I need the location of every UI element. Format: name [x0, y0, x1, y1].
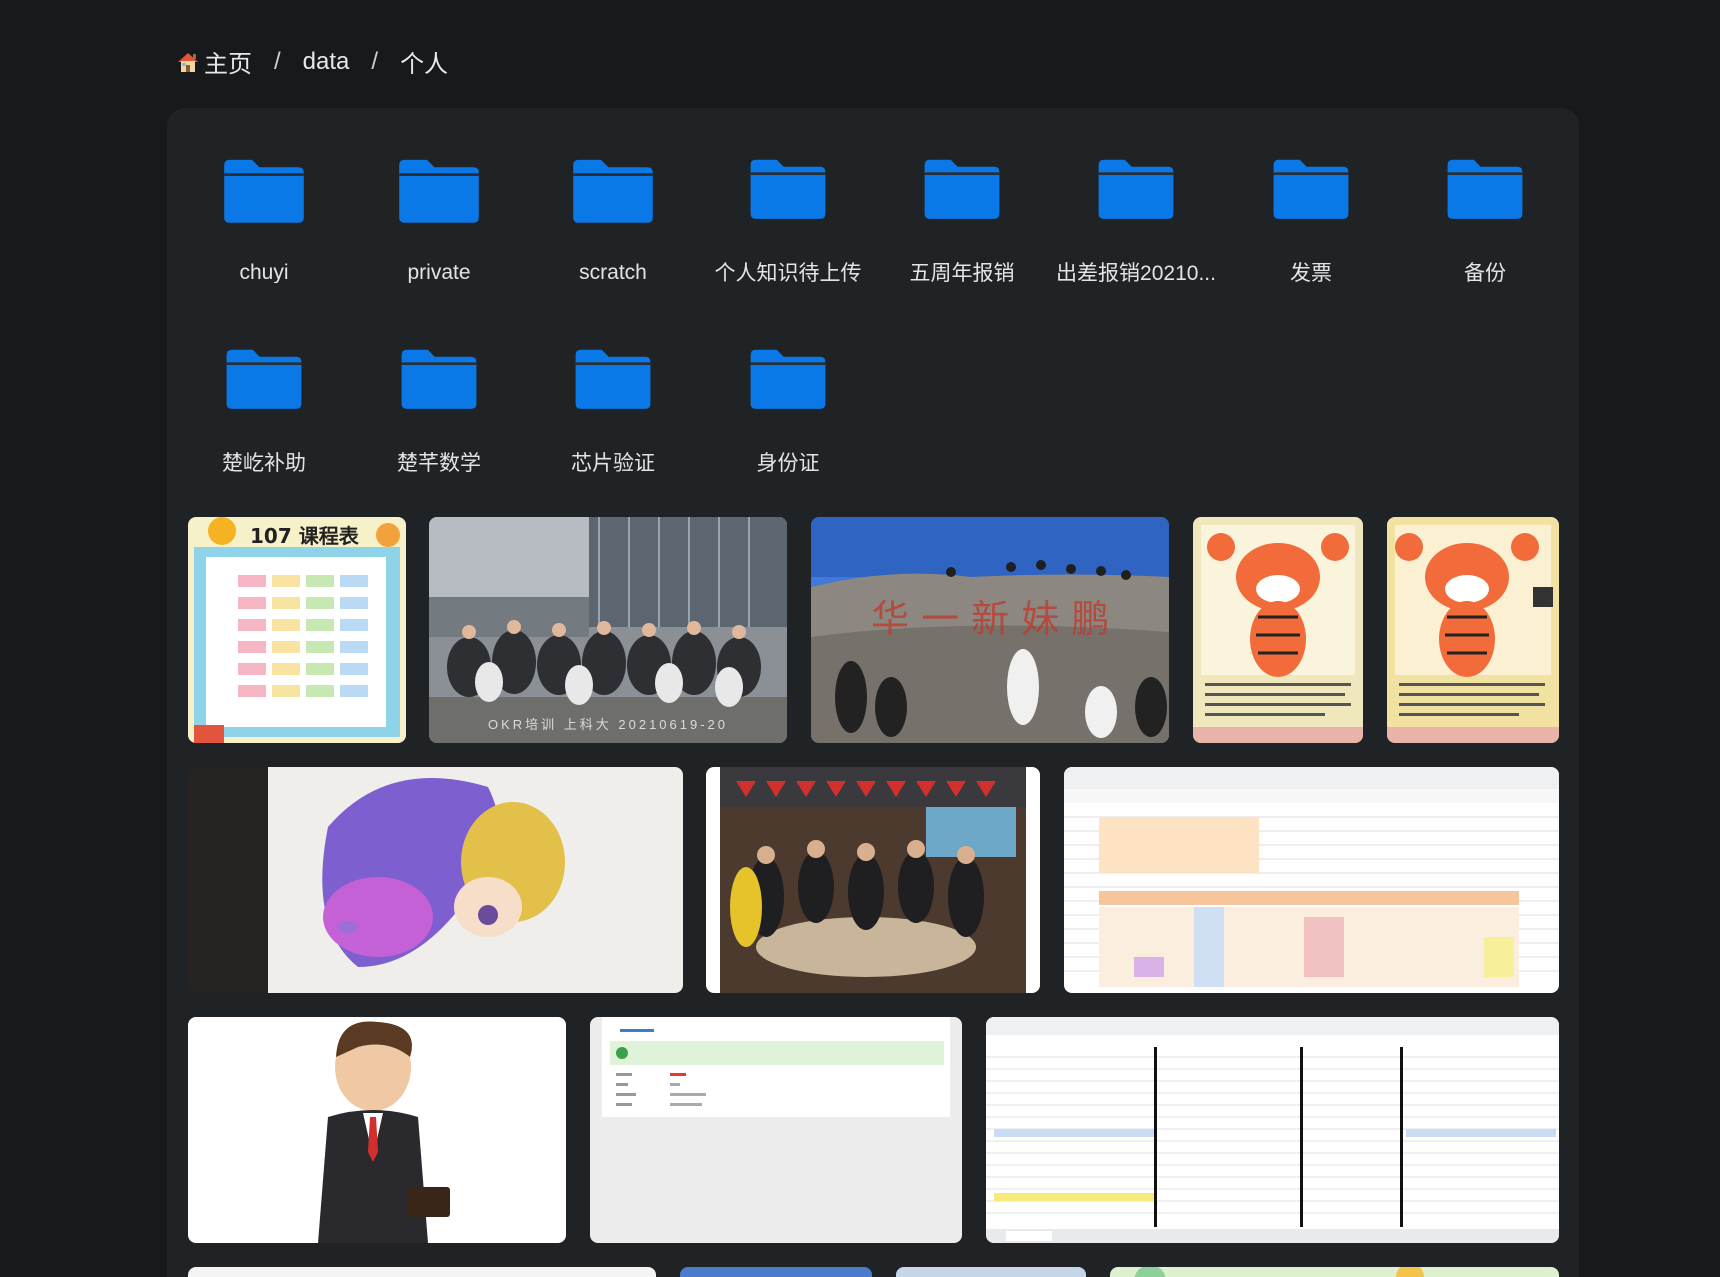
- image-thumbnail-princess-drawing[interactable]: [188, 767, 683, 993]
- folder-item[interactable]: 楚屹补助: [181, 298, 347, 473]
- image-thumbnail-group-photo[interactable]: OKR培训 上科大 20210619-20: [429, 517, 787, 743]
- image-thumbnail-tiger-drawing[interactable]: [1193, 517, 1363, 743]
- folder-item[interactable]: 楚芊数学: [356, 298, 522, 473]
- folder-item[interactable]: 个人知识待上传: [705, 108, 871, 283]
- folder-label: 楚芊数学: [397, 451, 481, 473]
- folder-item[interactable]: chuyi: [181, 108, 347, 283]
- folder-label: 五周年报销: [909, 261, 1015, 283]
- folder-label: chuyi: [239, 260, 289, 283]
- folder-label: 楚屹补助: [222, 451, 306, 473]
- folder-icon: [750, 349, 826, 409]
- folder-icon: [1273, 159, 1349, 219]
- folder-label: 个人知识待上传: [714, 261, 862, 283]
- folder-icon: [573, 159, 653, 223]
- folder-label: private: [407, 260, 471, 283]
- breadcrumb-item-data[interactable]: data: [303, 48, 350, 76]
- svg-text:华 一 新 妹 鹏: 华 一 新 妹 鹏: [871, 597, 1109, 641]
- image-thumbnail[interactable]: [896, 1267, 1086, 1277]
- breadcrumb-separator: /: [371, 47, 379, 75]
- folder-item[interactable]: private: [356, 108, 522, 283]
- folder-icon: [401, 349, 477, 409]
- breadcrumb: 主页 / data / 个人: [176, 44, 448, 79]
- image-thumbnail[interactable]: [680, 1267, 872, 1277]
- folder-item[interactable]: 芯片验证: [530, 298, 696, 473]
- folder-label: 备份: [1464, 261, 1506, 283]
- folder-label: 出差报销20210...: [1056, 261, 1216, 283]
- folder-item[interactable]: scratch: [530, 108, 696, 283]
- image-thumbnail[interactable]: [1110, 1267, 1559, 1277]
- folder-item[interactable]: 发票: [1228, 108, 1394, 283]
- folder-label: scratch: [579, 260, 647, 283]
- image-thumbnail-form-screenshot[interactable]: [590, 1017, 962, 1243]
- folder-label: 身份证: [756, 451, 820, 473]
- breadcrumb-item-current: 个人: [400, 51, 449, 78]
- folder-icon: [924, 159, 1000, 219]
- schedule-title: 107 课程表: [250, 524, 360, 548]
- image-thumbnail-rock-photo[interactable]: 华 一 新 妹 鹏: [811, 517, 1169, 743]
- folder-item[interactable]: 备份: [1402, 108, 1568, 283]
- image-thumbnail-spreadsheet[interactable]: [1064, 767, 1559, 993]
- image-thumbnail[interactable]: [188, 1267, 656, 1277]
- folder-label: 芯片验证: [571, 451, 655, 473]
- folder-icon: [575, 349, 651, 409]
- folder-icon: [750, 159, 826, 219]
- folder-icon: [226, 349, 302, 409]
- file-browser-panel: chuyi private scratch 个人知识待上传 五周年报销 出差报销…: [167, 108, 1579, 1277]
- folder-item[interactable]: 身份证: [705, 298, 871, 473]
- image-thumbnail-schedule[interactable]: 107 课程表: [188, 517, 406, 743]
- image-thumbnail-dinner-photo[interactable]: [706, 767, 1040, 993]
- image-thumbnail-spreadsheet[interactable]: [986, 1017, 1559, 1243]
- folder-icon: [1447, 159, 1523, 219]
- folder-label: 发票: [1290, 261, 1332, 283]
- folder-icon: [224, 159, 304, 223]
- thumbnail-caption: OKR培训 上科大 20210619-20: [487, 717, 729, 732]
- image-thumbnail-tiger-drawing[interactable]: [1387, 517, 1559, 743]
- folder-item[interactable]: 出差报销20210...: [1053, 108, 1219, 283]
- image-thumbnail-businessman-cartoon[interactable]: [188, 1017, 566, 1243]
- breadcrumb-separator: /: [274, 47, 281, 75]
- folder-icon: [1098, 159, 1174, 219]
- breadcrumb-home[interactable]: 主页: [176, 44, 252, 79]
- breadcrumb-home-label: 主页: [204, 51, 252, 78]
- folder-icon: [399, 159, 479, 223]
- home-icon: [178, 52, 198, 72]
- folder-item[interactable]: 五周年报销: [879, 108, 1045, 283]
